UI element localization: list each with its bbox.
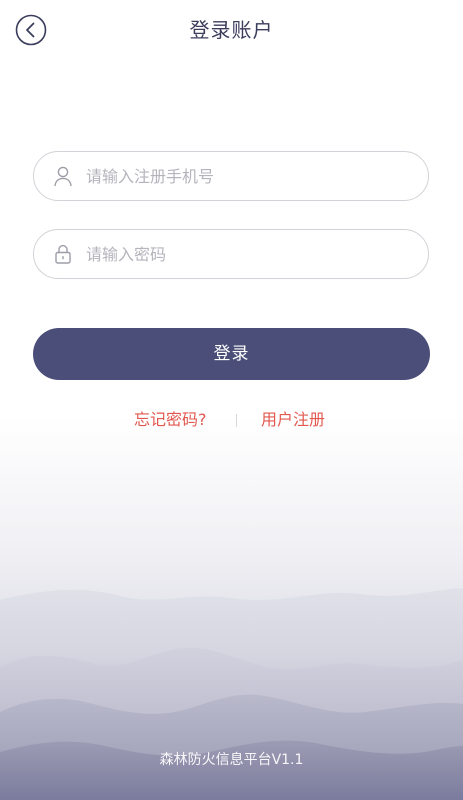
app-version-label: 森林防火信息平台V1.1	[159, 752, 304, 768]
lock-icon	[55, 244, 71, 264]
register-link[interactable]: 用户注册	[261, 408, 325, 432]
user-icon	[54, 166, 72, 187]
password-input[interactable]	[86, 230, 406, 278]
phone-field[interactable]	[33, 151, 429, 201]
login-button[interactable]: 登录	[33, 328, 430, 380]
mountain-background-image	[0, 0, 463, 800]
header: 登录账户	[0, 0, 463, 60]
link-divider	[236, 414, 237, 427]
auth-links: 忘记密码? 用户注册	[0, 408, 463, 434]
phone-input[interactable]	[86, 152, 406, 200]
forgot-password-link[interactable]: 忘记密码?	[134, 408, 207, 432]
page-title: 登录账户	[189, 18, 274, 42]
password-field[interactable]	[33, 229, 429, 279]
